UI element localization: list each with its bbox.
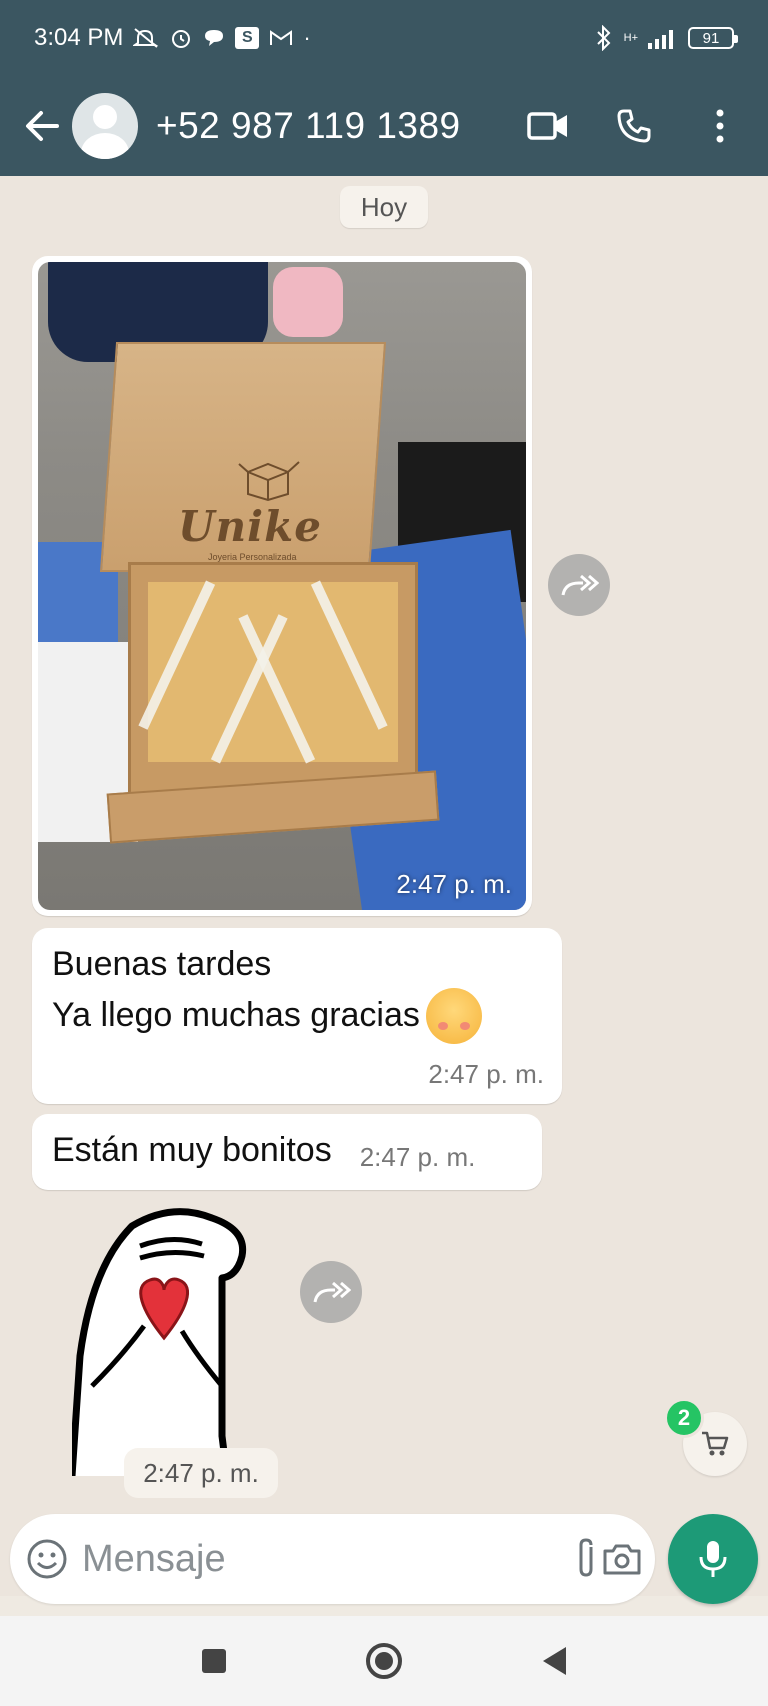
more-vert-icon (716, 109, 724, 143)
status-right: H+ 91 (594, 25, 738, 51)
bluetooth-icon (596, 25, 611, 51)
menu-button[interactable] (692, 98, 748, 154)
app-bar: +52 987 119 1389 (0, 76, 768, 176)
chat-area[interactable]: Hoy Unike Joyeria Personalizada 2:47 p. … (0, 176, 768, 1596)
message-line: Ya llego muchas gracias (52, 995, 420, 1034)
message-time: 2:47 p. m. (359, 1142, 476, 1173)
smiling-emoji-icon (425, 987, 482, 1044)
system-back-button[interactable] (534, 1641, 574, 1681)
text-message[interactable]: Buenas tardes Ya llego muchas gracias 2:… (32, 928, 562, 1104)
contact-name[interactable]: +52 987 119 1389 (156, 105, 461, 147)
circle-icon (366, 1643, 402, 1679)
box-logo-icon (238, 461, 300, 502)
avatar[interactable] (72, 93, 138, 159)
system-nav-bar (0, 1616, 768, 1706)
message-line: Buenas tardes (52, 945, 272, 983)
brand-logo-text: Unike (178, 502, 322, 551)
alarm-icon (172, 30, 191, 48)
s-app-icon: S (235, 27, 260, 49)
status-bar: 3:04 PM S · H+ 91 (0, 0, 768, 76)
day-separator: Hoy (340, 186, 428, 228)
microphone-icon (699, 1541, 727, 1577)
message-time: 2:47 p. m. (428, 1058, 544, 1089)
back-arrow-icon (26, 111, 59, 141)
camera-button[interactable] (601, 1530, 643, 1588)
camera-icon (603, 1544, 641, 1575)
message-time: 2:47 p. m. (396, 869, 512, 899)
emoji-icon (27, 1539, 67, 1579)
network-type: H+ (623, 32, 638, 44)
message-composer (10, 1514, 655, 1604)
forward-icon (561, 574, 599, 596)
forward-button[interactable] (548, 554, 610, 616)
chat-bubble-icon (205, 30, 224, 46)
video-call-icon (527, 112, 567, 140)
signal-icon (648, 30, 673, 49)
recents-button[interactable] (194, 1641, 234, 1681)
emoji-button[interactable] (26, 1530, 68, 1588)
phone-icon (617, 109, 651, 143)
cart-count-badge: 2 (664, 1398, 704, 1438)
message-time: 2:47 p. m. (124, 1448, 278, 1498)
notification-icons: S · (133, 25, 311, 51)
forward-button[interactable] (300, 1261, 362, 1323)
forward-icon (313, 1281, 351, 1303)
message-text: Están muy bonitos (52, 1131, 332, 1170)
cart-icon (702, 1431, 729, 1456)
triangle-back-icon (543, 1647, 566, 1675)
text-message[interactable]: Están muy bonitos 2:47 p. m. (32, 1114, 542, 1190)
image-message[interactable]: Unike Joyeria Personalizada 2:47 p. m. (32, 256, 532, 916)
voice-message-button[interactable] (668, 1514, 758, 1604)
header: 3:04 PM S · H+ 91 +52 987 119 1389 (0, 0, 768, 176)
voice-call-button[interactable] (606, 98, 662, 154)
square-icon (202, 1649, 226, 1673)
battery-indicator: 91 (688, 27, 738, 49)
status-time: 3:04 PM (34, 24, 124, 51)
message-input[interactable] (82, 1537, 571, 1581)
gmail-icon (270, 30, 293, 45)
back-button[interactable] (12, 96, 72, 156)
home-button[interactable] (364, 1641, 404, 1681)
sticker-heart-icon[interactable] (72, 1206, 262, 1476)
dot-icon: · (303, 25, 311, 50)
mute-icon (133, 28, 159, 48)
paperclip-icon (579, 1538, 593, 1577)
brand-subtext: Joyeria Personalizada (208, 552, 297, 562)
attach-button[interactable] (571, 1530, 601, 1588)
photo[interactable]: Unike Joyeria Personalizada 2:47 p. m. (38, 262, 526, 910)
video-call-button[interactable] (520, 98, 576, 154)
